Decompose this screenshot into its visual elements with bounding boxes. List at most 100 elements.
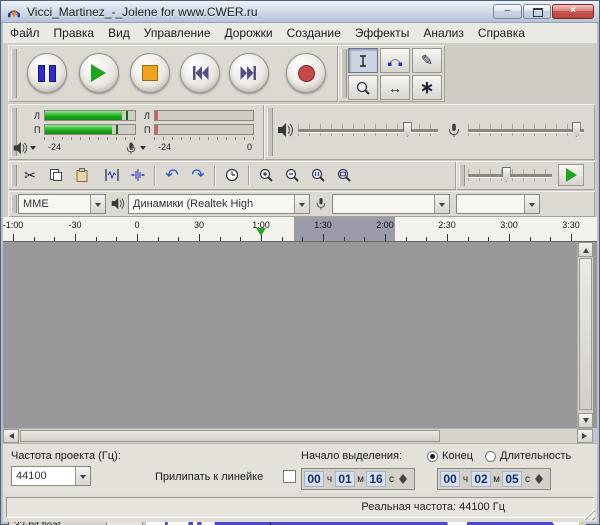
time-digit[interactable]: 02 [471, 471, 491, 487]
device-toolbar: MME Динамики (Realtek High [8, 191, 595, 217]
time-digit[interactable]: 00 [304, 471, 324, 487]
cut-button[interactable]: ✂ [18, 163, 42, 187]
ruler-tick [75, 234, 76, 241]
skip-to-start-button[interactable] [180, 53, 220, 93]
maximize-button[interactable] [523, 4, 551, 19]
spinner-down-icon[interactable] [535, 479, 543, 488]
audio-host-select[interactable]: MME [18, 194, 106, 214]
fit-project-button[interactable] [332, 163, 356, 187]
menu-item-7[interactable]: Эффекты [348, 24, 417, 43]
menu-item-4[interactable]: Управление [137, 24, 218, 43]
horizontal-scroll-thumb[interactable] [20, 430, 440, 442]
time-unit: м [491, 474, 502, 485]
snap-to-checkbox[interactable] [283, 470, 296, 483]
time-digit[interactable]: 05 [502, 471, 522, 487]
output-volume-slider[interactable] [298, 120, 438, 140]
toolbar-separator [214, 165, 215, 185]
time-digit[interactable]: 00 [440, 471, 460, 487]
horizontal-scrollbar[interactable] [3, 428, 593, 443]
output-device-select[interactable]: Динамики (Realtek High [128, 194, 310, 214]
stop-button[interactable] [130, 53, 170, 93]
time-spinner[interactable] [534, 470, 545, 488]
undo-button[interactable]: ↶ [160, 163, 184, 187]
zoom-out-button[interactable] [280, 163, 304, 187]
vertical-scrollbar[interactable] [577, 242, 593, 428]
multi-tool-button[interactable]: ∗ [412, 75, 442, 100]
status-bar: Реальная частота: 44100 Гц [3, 493, 597, 522]
output-meter-left[interactable] [44, 110, 136, 121]
fit-selection-button[interactable] [306, 163, 330, 187]
output-meter-right[interactable] [44, 124, 136, 135]
scroll-up-button[interactable] [578, 242, 593, 257]
input-device-select[interactable] [332, 194, 450, 214]
selection-duration-radio[interactable] [485, 451, 496, 462]
play-button[interactable] [79, 53, 119, 93]
menu-item-2[interactable]: Правка [47, 24, 102, 43]
menu-item-6[interactable]: Создание [280, 24, 348, 43]
timeshift-tool-button[interactable]: ↔ [380, 75, 410, 100]
clock-icon [224, 167, 240, 183]
selection-end-radio[interactable] [427, 451, 438, 462]
audacity-logo-icon [6, 4, 22, 20]
undo-icon: ↶ [165, 165, 178, 185]
toolbar-grip[interactable] [459, 165, 465, 186]
zoom-in-button[interactable] [254, 163, 278, 187]
time-digit[interactable]: 16 [366, 471, 386, 487]
output-meter-bar-right [45, 125, 112, 134]
envelope-tool-button[interactable] [380, 48, 410, 73]
vertical-scroll-thumb[interactable] [579, 258, 592, 410]
skip-to-end-button[interactable] [229, 53, 269, 93]
output-meter-bar-left [45, 111, 122, 120]
pause-button[interactable] [27, 53, 67, 93]
copy-button[interactable] [44, 163, 68, 187]
redo-button[interactable]: ↷ [186, 163, 210, 187]
selection-start-field[interactable]: 00ч01м16с [301, 468, 415, 490]
playhead-indicator[interactable] [256, 228, 266, 241]
input-meter-menu-button[interactable] [124, 140, 146, 156]
toolbar-grip[interactable] [267, 108, 273, 156]
minimize-button[interactable]: – [493, 4, 522, 19]
draw-tool-button[interactable]: ✎ [412, 48, 442, 73]
play-speed-slider[interactable] [468, 165, 552, 185]
menu-item-1[interactable]: Файл [3, 24, 47, 43]
toolbar-grip[interactable] [11, 49, 17, 98]
input-meter-left[interactable] [154, 110, 254, 121]
output-meter-scale [44, 137, 136, 140]
menu-item-9[interactable]: Справка [471, 24, 532, 43]
time-spinner[interactable] [398, 470, 409, 488]
output-meter-menu-button[interactable] [12, 140, 36, 156]
ruler-label: 3:00 [500, 220, 518, 230]
zoom-tool-button[interactable] [348, 75, 378, 100]
menu-item-5[interactable]: Дорожки [218, 24, 280, 43]
spinner-down-icon[interactable] [399, 479, 407, 488]
play-at-speed-button[interactable] [558, 164, 584, 186]
input-channels-select[interactable] [456, 194, 540, 214]
silence-selection-button[interactable] [126, 163, 150, 187]
close-button[interactable]: × [552, 4, 594, 19]
input-volume-slider[interactable] [468, 120, 584, 140]
scroll-right-button[interactable] [577, 429, 593, 443]
menu-item-8[interactable]: Анализ [416, 24, 471, 43]
trim-outside-selection-button[interactable] [100, 163, 124, 187]
paste-button[interactable] [70, 163, 94, 187]
timeline-ruler[interactable]: -1:00-300301:001:302:002:303:003:30 [3, 217, 597, 242]
redo-icon: ↷ [191, 165, 204, 185]
zoom-out-icon [284, 167, 300, 183]
toolbar-grip[interactable] [11, 195, 17, 213]
fit-project-icon [336, 167, 352, 183]
scroll-left-button[interactable] [3, 429, 19, 443]
scroll-down-button[interactable] [578, 413, 593, 428]
toolbar-grip[interactable] [341, 49, 347, 98]
sync-lock-button[interactable] [220, 163, 244, 187]
toolbar-grip[interactable] [11, 165, 17, 186]
input-meter-right[interactable] [154, 124, 254, 135]
title-bar[interactable]: Vicci_Martinez_-_Jolene for www.CWER.ru … [1, 1, 599, 23]
spinner-up-icon[interactable] [535, 470, 543, 479]
spinner-up-icon[interactable] [399, 470, 407, 479]
selection-end-field[interactable]: 00ч02м05с [437, 468, 551, 490]
menu-item-3[interactable]: Вид [101, 24, 137, 43]
project-rate-select[interactable]: 44100 [11, 466, 91, 486]
time-digit[interactable]: 01 [335, 471, 355, 487]
record-button[interactable] [286, 53, 326, 93]
selection-tool-button[interactable] [348, 48, 378, 73]
